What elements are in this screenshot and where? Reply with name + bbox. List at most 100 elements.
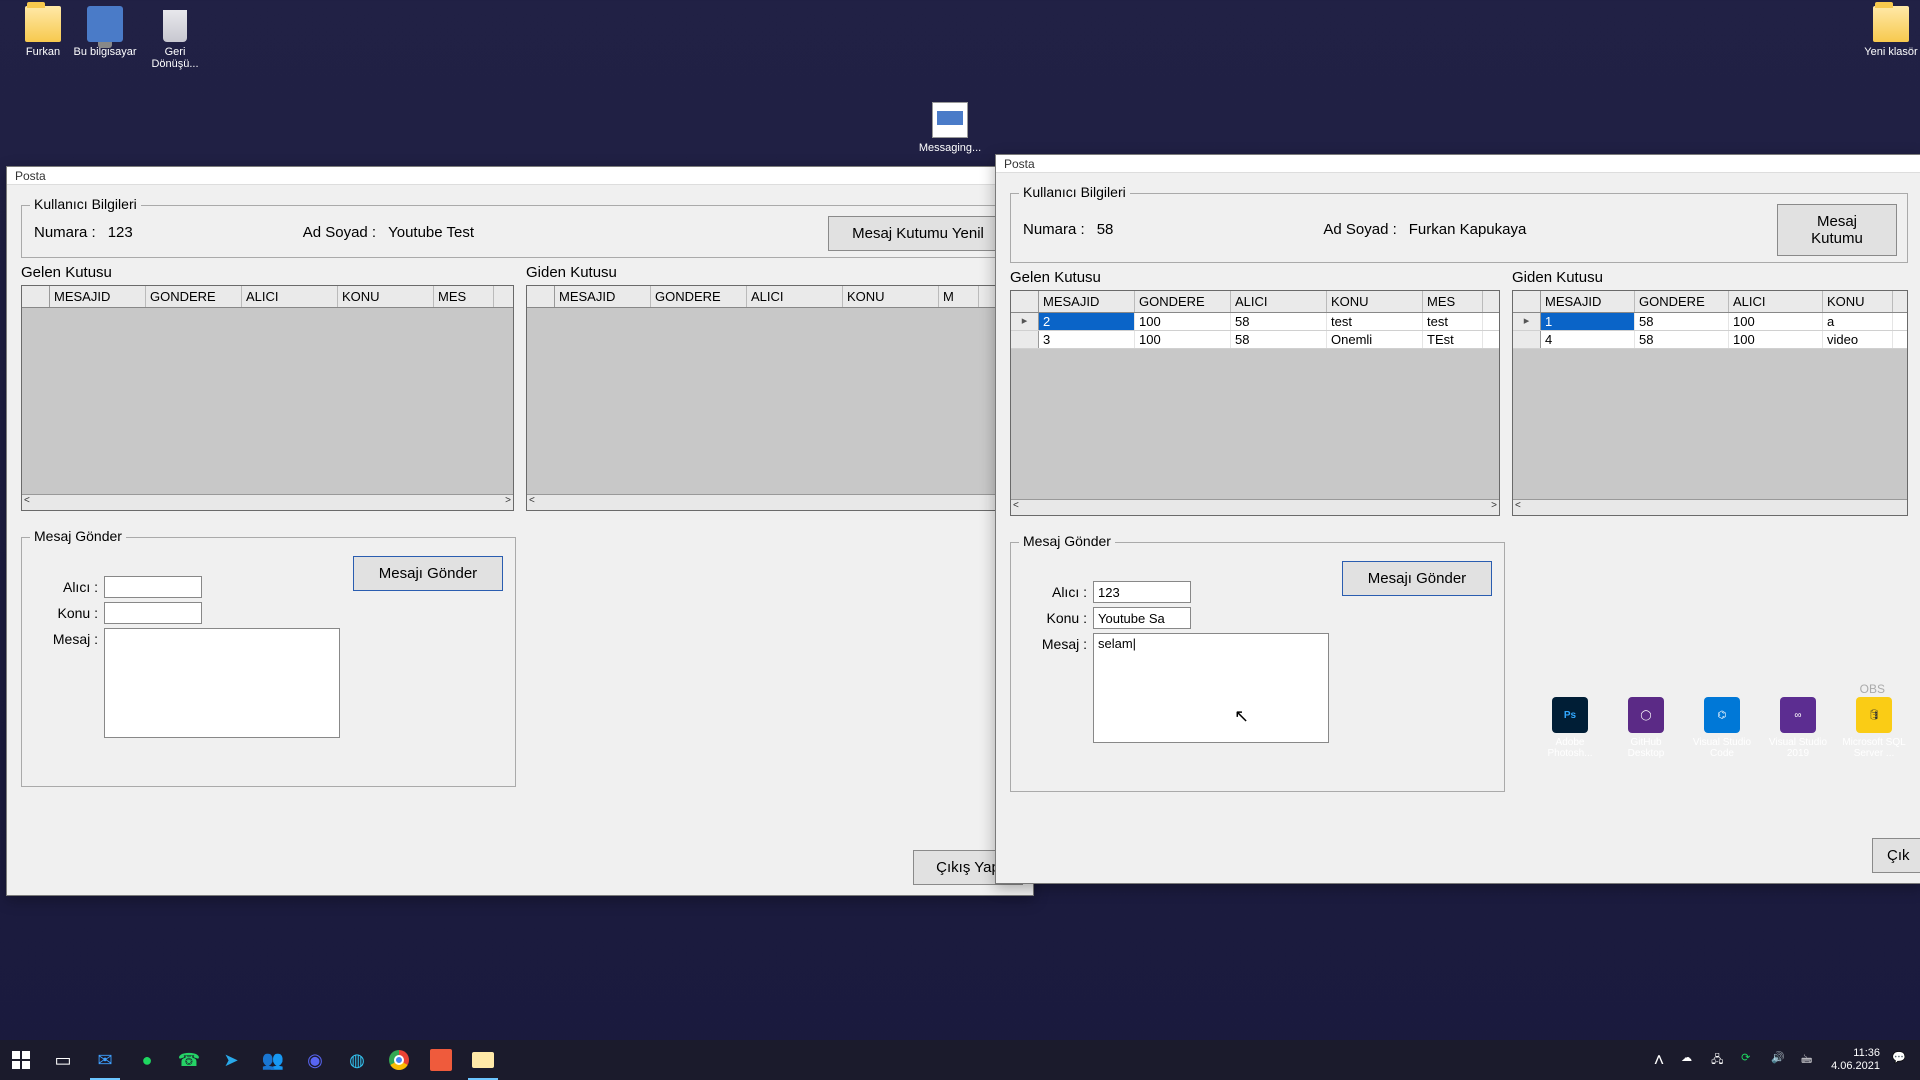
- desktop-icon-recycle-bin[interactable]: Geri Dönüşü...: [140, 6, 210, 70]
- icon-label: Geri Dönüşü...: [140, 46, 210, 70]
- pinned-label: GitHub Desktop: [1614, 737, 1678, 759]
- application-icon: [932, 102, 968, 138]
- send-message-header: Mesaj Gönder: [30, 528, 126, 544]
- taskbar-teams[interactable]: 👥: [252, 1040, 294, 1080]
- desktop-icon-messaging[interactable]: Messaging...: [915, 102, 985, 154]
- clock-date: 4.06.2021: [1831, 1060, 1880, 1073]
- alici-input[interactable]: [104, 576, 202, 598]
- col-alici: ALICI: [242, 286, 338, 307]
- taskbar: ▭ ✉ ● ☎ ➤ 👥 ◉ ◍ ˄ ☁ 🖧 ⟳ 🔊 🖮 11:36 4.06.2…: [0, 1040, 1920, 1080]
- grid-scroll[interactable]: <>: [527, 494, 1018, 510]
- name-label: Ad Soyad :: [303, 224, 376, 241]
- mesaj-label: Mesaj :: [1023, 633, 1087, 652]
- col-konu: KONU: [338, 286, 434, 307]
- clock-time: 11:36: [1831, 1047, 1880, 1060]
- konu-label: Konu :: [1023, 607, 1087, 626]
- name-value: Youtube Test: [388, 224, 474, 241]
- col-gonderen: GONDERE: [146, 286, 242, 307]
- task-view-button[interactable]: ▭: [42, 1040, 84, 1080]
- cell-from: 100: [1135, 331, 1231, 348]
- window-titlebar[interactable]: Posta: [7, 167, 1033, 185]
- tray-sync-icon[interactable]: ⟳: [1741, 1051, 1759, 1069]
- konu-input[interactable]: [1093, 607, 1191, 629]
- number-value: 58: [1097, 221, 1114, 238]
- row-indicator-icon: ▸: [1011, 313, 1039, 330]
- pinned-photoshop[interactable]: PsAdobe Photosh...: [1538, 697, 1602, 759]
- pinned-vs2019[interactable]: ∞Visual Studio 2019: [1766, 697, 1830, 759]
- name-value: Furkan Kapukaya: [1409, 221, 1527, 238]
- refresh-inbox-button[interactable]: Mesaj Kutumu Yenil: [828, 216, 1008, 251]
- inbox-title: Gelen Kutusu: [1010, 267, 1500, 290]
- col-mesajid: MESAJID: [1541, 291, 1635, 312]
- col-gonderen: GONDERE: [651, 286, 747, 307]
- refresh-inbox-button[interactable]: Mesaj Kutumu: [1777, 204, 1897, 256]
- mesaj-input[interactable]: [104, 628, 340, 738]
- icon-label: Yeni klasör: [1856, 46, 1920, 58]
- taskbar-discord[interactable]: ◉: [294, 1040, 336, 1080]
- taskbar-edge[interactable]: ◍: [336, 1040, 378, 1080]
- number-value: 123: [108, 224, 133, 241]
- thispc-icon: [87, 6, 123, 42]
- pinned-label: Adobe Photosh...: [1538, 737, 1602, 759]
- taskbar-spotify[interactable]: ●: [126, 1040, 168, 1080]
- cell-from: 58: [1635, 313, 1729, 330]
- mesaj-input[interactable]: [1093, 633, 1329, 743]
- taskbar-explorer[interactable]: [462, 1040, 504, 1080]
- cell-mesajid: 4: [1541, 331, 1635, 348]
- col-alici: ALICI: [1231, 291, 1327, 312]
- row-indicator-icon: ▸: [1513, 313, 1541, 330]
- outbox-title: Giden Kutusu: [526, 262, 1019, 285]
- logout-button[interactable]: Çık: [1872, 838, 1920, 873]
- col-mesaj: MES: [1423, 291, 1483, 312]
- tray-onedrive-icon[interactable]: ☁: [1681, 1051, 1699, 1069]
- pinned-vscode[interactable]: ⌬Visual Studio Code: [1690, 697, 1754, 759]
- cell-mesajid: 2: [1039, 313, 1135, 330]
- taskbar-telegram[interactable]: ➤: [210, 1040, 252, 1080]
- taskbar-chrome[interactable]: [378, 1040, 420, 1080]
- taskbar-mail[interactable]: ✉: [84, 1040, 126, 1080]
- send-message-button[interactable]: Mesajı Gönder: [353, 556, 503, 591]
- cell-mesajid: 3: [1039, 331, 1135, 348]
- cell-subj: Onemli: [1327, 331, 1423, 348]
- alici-input[interactable]: [1093, 581, 1191, 603]
- pinned-label: Visual Studio 2019: [1766, 737, 1830, 759]
- cell-subj: video: [1823, 331, 1893, 348]
- window-posta-2[interactable]: Posta Kullanıcı Bilgileri Numara :58 Ad …: [995, 154, 1920, 884]
- window-posta-1[interactable]: Posta Kullanıcı Bilgileri Numara :123 Ad…: [6, 166, 1034, 896]
- konu-input[interactable]: [104, 602, 202, 624]
- outbox-grid[interactable]: MESAJID GONDERE ALICI KONU ▸ 1 58 100 a: [1512, 290, 1908, 516]
- tray-chevron-up-icon[interactable]: ˄: [1649, 1040, 1669, 1080]
- taskbar-clock[interactable]: 11:36 4.06.2021: [1831, 1047, 1880, 1073]
- grid-scroll[interactable]: <>: [22, 494, 513, 510]
- grid-scroll[interactable]: <: [1513, 499, 1907, 515]
- taskbar-app-orange[interactable]: [420, 1040, 462, 1080]
- desktop-icon-new-folder[interactable]: Yeni klasör: [1856, 6, 1920, 58]
- grid-scroll[interactable]: <>: [1011, 499, 1499, 515]
- table-row[interactable]: ▸ 1 58 100 a: [1513, 313, 1907, 331]
- col-konu: KONU: [843, 286, 939, 307]
- send-message-header: Mesaj Gönder: [1019, 533, 1115, 549]
- tray-volume-icon[interactable]: 🔊: [1771, 1051, 1789, 1069]
- cell-subj: a: [1823, 313, 1893, 330]
- col-mesajid: MESAJID: [50, 286, 146, 307]
- tray-network-icon[interactable]: 🖧: [1711, 1051, 1729, 1069]
- table-row[interactable]: 3 100 58 Onemli TEst: [1011, 331, 1499, 349]
- table-row[interactable]: 4 58 100 video: [1513, 331, 1907, 349]
- tray-language-icon[interactable]: 🖮: [1801, 1051, 1819, 1069]
- desktop-icon-furkan[interactable]: Furkan: [8, 6, 78, 58]
- inbox-grid[interactable]: MESAJID GONDERE ALICI KONU MES ▸ 2 100 5…: [1010, 290, 1500, 516]
- taskbar-whatsapp[interactable]: ☎: [168, 1040, 210, 1080]
- send-message-button[interactable]: Mesajı Gönder: [1342, 561, 1492, 596]
- user-info-header: Kullanıcı Bilgileri: [1019, 184, 1130, 200]
- pinned-github[interactable]: ◯GitHub Desktop: [1614, 697, 1678, 759]
- inbox-grid[interactable]: MESAJID GONDERE ALICI KONU MES <>: [21, 285, 514, 511]
- start-button[interactable]: [0, 1040, 42, 1080]
- table-row[interactable]: ▸ 2 100 58 test test: [1011, 313, 1499, 331]
- desktop-icon-this-pc[interactable]: Bu bilgisayar: [70, 6, 140, 58]
- icon-label: Furkan: [8, 46, 78, 58]
- outbox-grid[interactable]: MESAJID GONDERE ALICI KONU M <>: [526, 285, 1019, 511]
- window-titlebar[interactable]: Posta: [996, 155, 1920, 173]
- pinned-sqlserver[interactable]: 🛢Microsoft SQL Server ...: [1842, 697, 1906, 759]
- alici-label: Alıcı :: [1023, 581, 1087, 600]
- tray-notifications-icon[interactable]: 💬: [1892, 1051, 1910, 1069]
